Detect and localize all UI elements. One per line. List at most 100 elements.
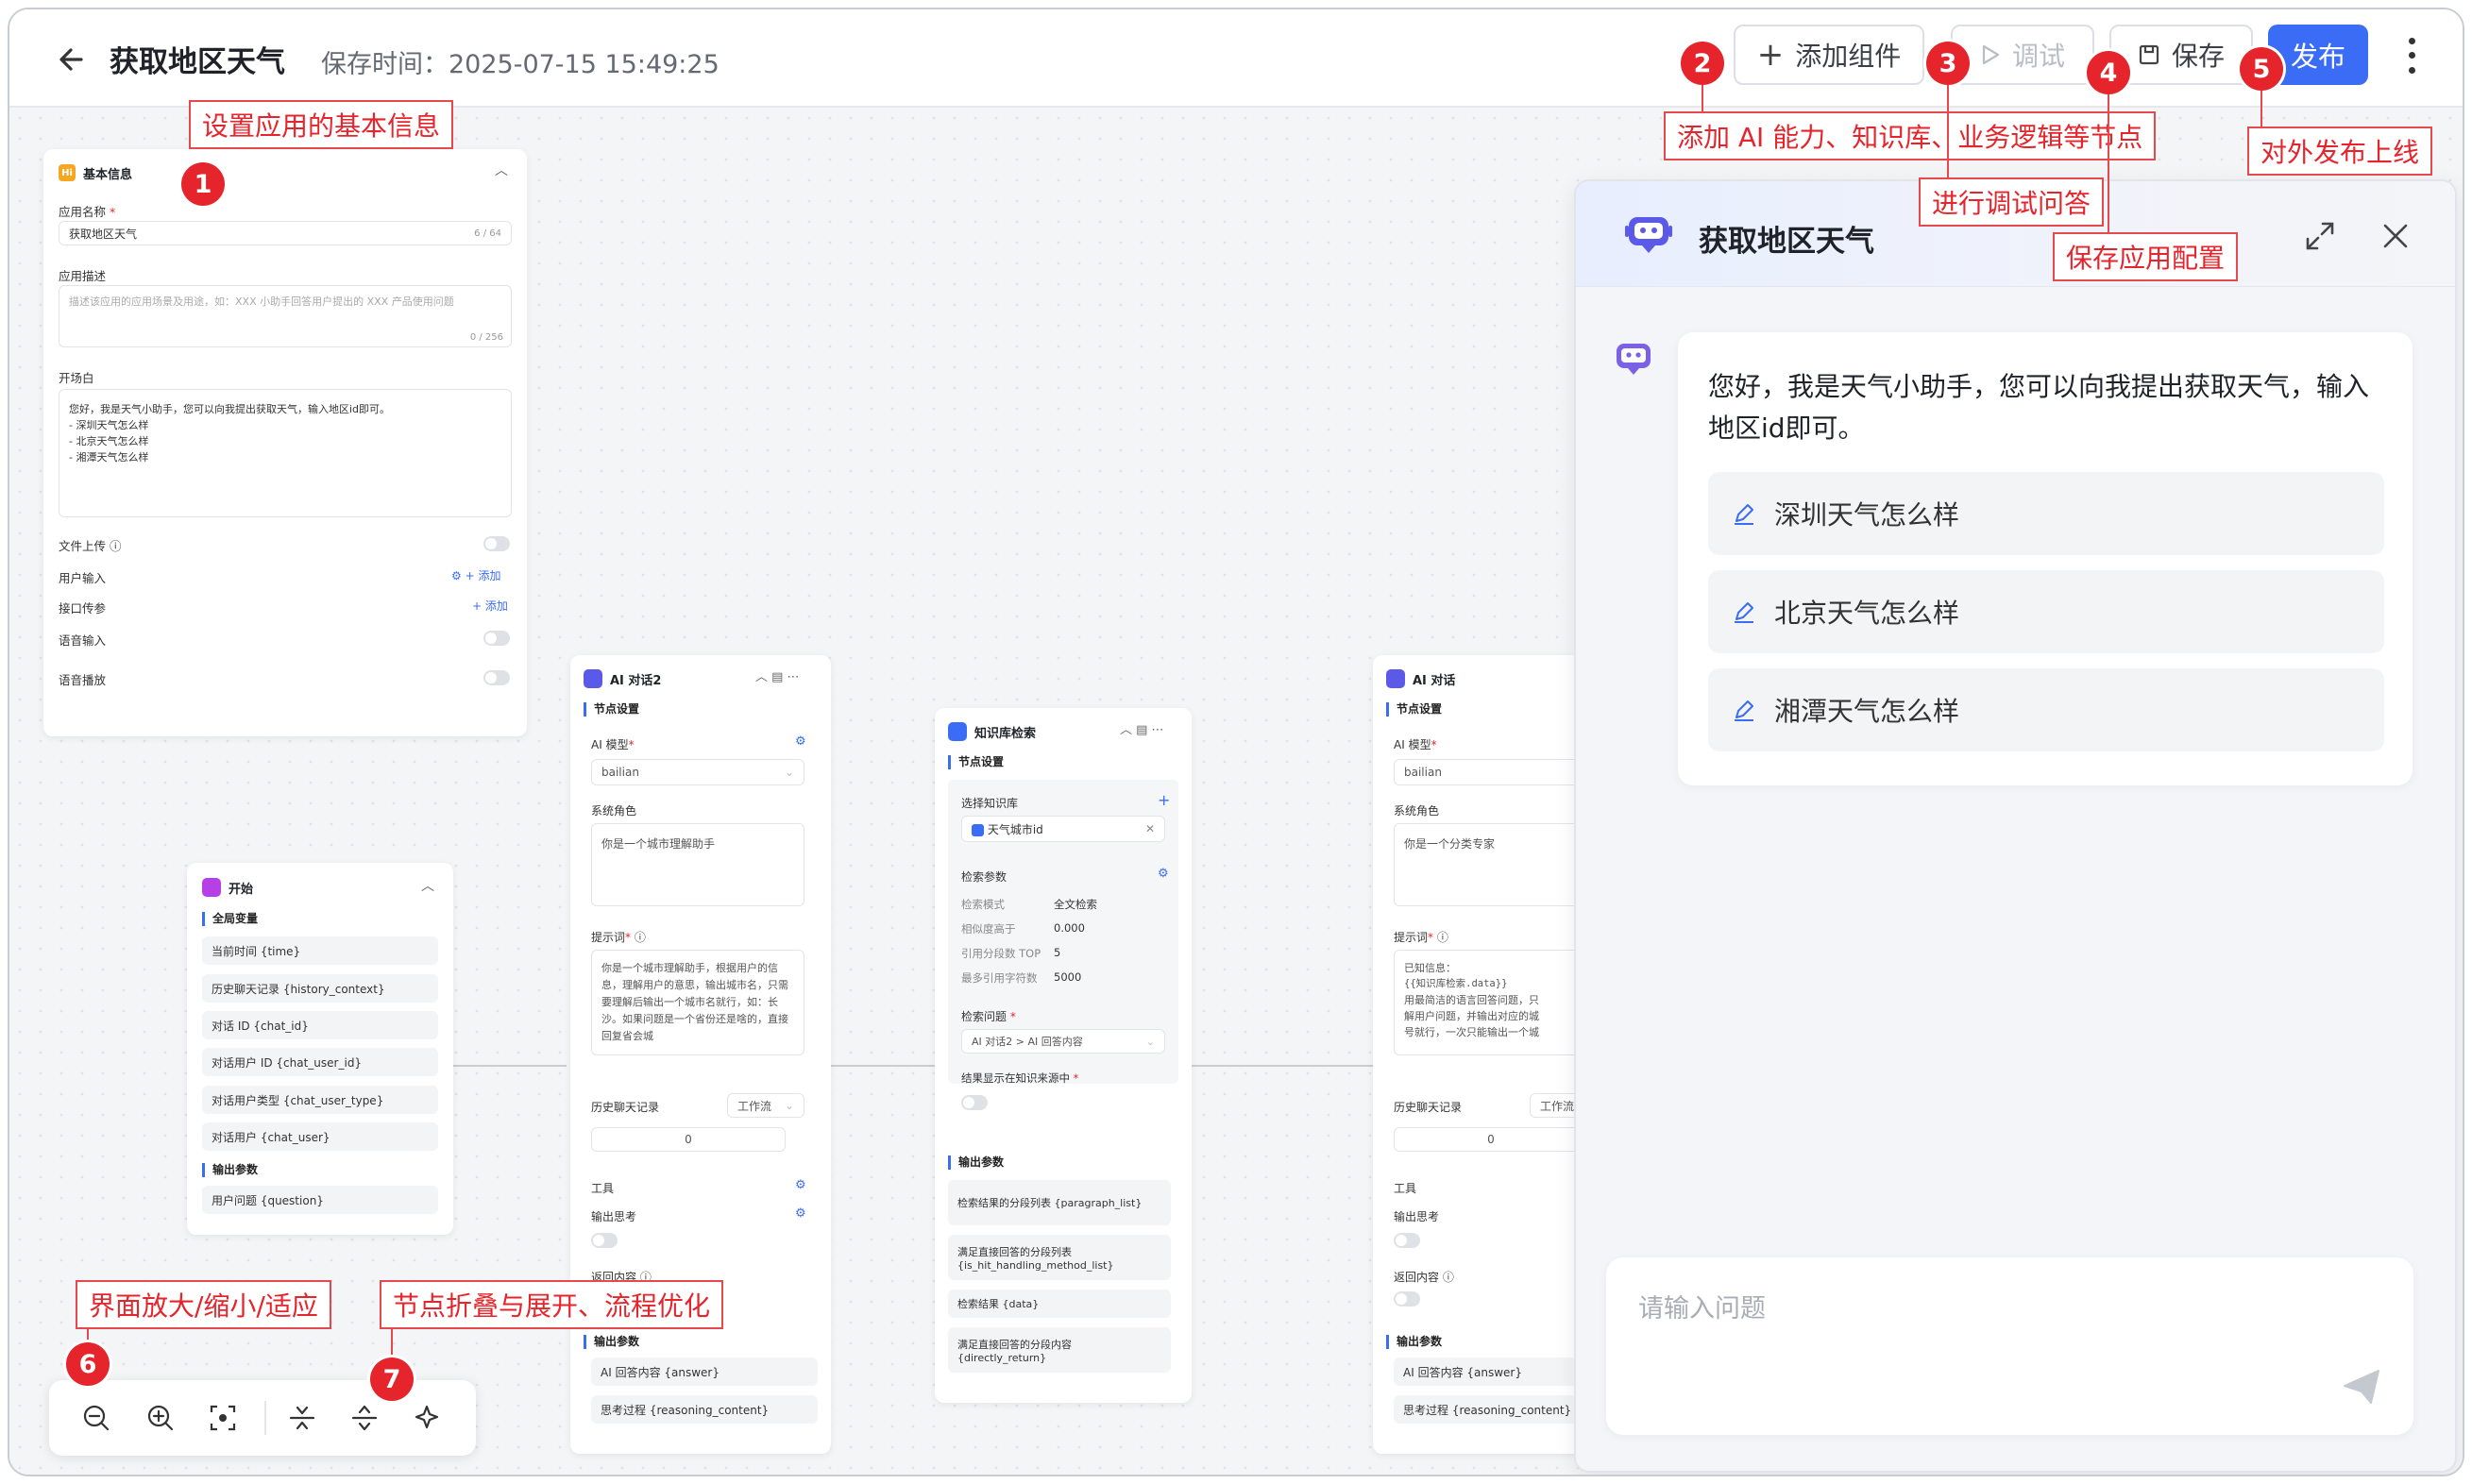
- collapse-chevron-icon[interactable]: ︿: [421, 876, 434, 895]
- bot-avatar-icon: [1612, 340, 1655, 378]
- annotation-7-leader: [391, 1329, 393, 1358]
- basic-info-card[interactable]: Hi 基本信息 ︿ 应用名称 * 获取地区天气 6 / 64 应用描述 描述该应…: [43, 149, 527, 736]
- greeting-text: 您好，我是天气小助手，您可以向我提出获取天气，输入地区id即可。: [1708, 371, 2370, 444]
- history-label: 历史聊天记录: [1394, 1101, 1463, 1114]
- ai-node-2[interactable]: AI 对话2 ︿ ▤ ⋯ 节点设置 AI 模型* ⚙ bailian ⌄ 系统角色…: [570, 655, 831, 1454]
- desc-textarea[interactable]: 描述该应用的应用场景及用途，如：XXX 小助手回答用户提出的 XXX 产品使用问…: [59, 285, 512, 347]
- add-component-button[interactable]: + 添加组件: [1734, 25, 1924, 85]
- param-value: 全文检索: [1054, 898, 1097, 911]
- file-upload-toggle[interactable]: [483, 536, 510, 551]
- add-kb-icon[interactable]: +: [1158, 791, 1170, 809]
- var-row: 对话 ID {chat_id}: [202, 1011, 438, 1039]
- debug-button[interactable]: 调试: [1951, 25, 2094, 85]
- model-select[interactable]: bailian ⌄: [591, 759, 804, 785]
- node-settings-heading: 节点设置: [948, 755, 1004, 769]
- model-settings-icon[interactable]: ⚙: [795, 734, 806, 749]
- save-button[interactable]: 保存: [2109, 25, 2253, 85]
- annotation-4-marker: 4: [2087, 51, 2130, 94]
- output-thinking-toggle[interactable]: [591, 1233, 618, 1248]
- annotation-4-label: 保存应用配置: [2053, 232, 2239, 281]
- search-settings-icon[interactable]: ⚙: [1158, 867, 1169, 881]
- output-row: 满足直接回答的分段内容 {directly_return}: [948, 1327, 1171, 1373]
- voice-play-label: 语音播放: [59, 673, 107, 687]
- basic-info-title: 基本信息: [83, 168, 133, 182]
- tools-settings-icon[interactable]: ⚙: [795, 1178, 806, 1192]
- expand-all-icon[interactable]: [344, 1397, 385, 1439]
- output-row: 检索结果的分段列表 {paragraph_list}: [948, 1180, 1171, 1225]
- annotation-5-marker: 5: [2240, 47, 2283, 91]
- close-icon[interactable]: [2380, 221, 2411, 251]
- start-node[interactable]: 开始 ︿ 全局变量 当前时间 {time} 历史聊天记录 {history_co…: [187, 863, 453, 1235]
- chat-input[interactable]: 请输入问题: [1606, 1257, 2413, 1435]
- output-params-heading: 输出参数: [202, 1163, 258, 1177]
- history-count-input[interactable]: 0: [1394, 1127, 1588, 1152]
- node-toolbar[interactable]: ︿ ▤ ⋯: [755, 666, 800, 684]
- kb-search-node[interactable]: 知识库检索 ︿ ▤ ⋯ 节点设置 选择知识库 + 天气城市id ✕ 检索参数 ⚙ …: [935, 708, 1192, 1403]
- thinking-settings-icon[interactable]: ⚙: [795, 1206, 806, 1221]
- collapse-chevron-icon[interactable]: ︿: [495, 160, 508, 179]
- suggestion-item[interactable]: 湘潭天气怎么样: [1708, 668, 2384, 751]
- node-toolbar[interactable]: ︿ ▤ ⋯: [1120, 719, 1164, 737]
- fit-view-icon[interactable]: [202, 1397, 244, 1439]
- question-label: 检索问题 *: [961, 1010, 1016, 1023]
- play-icon: [1982, 44, 2000, 65]
- kb-node-icon: [948, 722, 967, 741]
- annotation-3-label: 进行调试问答: [1919, 177, 2105, 227]
- output-thinking-toggle[interactable]: [1394, 1233, 1420, 1248]
- kb-icon: [972, 823, 984, 836]
- zoom-in-icon[interactable]: [140, 1397, 181, 1439]
- gear-icon[interactable]: ⚙: [451, 569, 462, 582]
- suggestion-item[interactable]: 北京天气怎么样: [1708, 570, 2384, 653]
- more-menu-icon[interactable]: [2400, 34, 2423, 77]
- app-name-label: 应用名称 *: [59, 205, 116, 219]
- app-name-input[interactable]: 获取地区天气 6 / 64: [59, 221, 512, 245]
- voice-play-toggle[interactable]: [483, 670, 510, 685]
- var-row: 历史聊天记录 {history_context}: [202, 974, 438, 1003]
- interface-param-add[interactable]: + 添加: [472, 598, 508, 614]
- annotation-1-marker: 1: [181, 162, 225, 206]
- annotation-5-leader: [2260, 91, 2262, 126]
- history-count-input[interactable]: 0: [591, 1127, 786, 1152]
- send-icon[interactable]: [2341, 1365, 2384, 1408]
- auto-layout-icon[interactable]: [406, 1397, 448, 1439]
- back-arrow-icon[interactable]: [53, 38, 96, 81]
- save-time: 保存时间：2025-07-15 15:49:25: [321, 50, 720, 79]
- edge-start-ai2: [453, 1065, 567, 1067]
- suggestion-item[interactable]: 深圳天气怎么样: [1708, 472, 2384, 555]
- tools-label: 工具: [591, 1182, 615, 1195]
- prompt-textarea[interactable]: 你是一个城市理解助手，根据用户的信息，理解用户的意思，输出城市名，只需要理解后输…: [591, 950, 804, 1055]
- start-node-title: 开始: [229, 883, 254, 897]
- edge-kb-ai: [1192, 1065, 1373, 1067]
- expand-icon[interactable]: [2303, 219, 2337, 253]
- save-icon: [2139, 44, 2159, 65]
- system-role-label: 系统角色: [591, 804, 637, 818]
- history-type-select[interactable]: 工作流 ⌄: [727, 1093, 804, 1118]
- close-icon[interactable]: ✕: [1145, 822, 1155, 835]
- desc-label: 应用描述: [59, 269, 107, 283]
- bot-message: 您好，我是天气小助手，您可以向我提出获取天气，输入地区id即可。 深圳天气怎么样…: [1678, 332, 2413, 785]
- user-input-add[interactable]: ⚙ + 添加: [451, 567, 500, 583]
- kb-chip[interactable]: 天气城市id ✕: [961, 816, 1165, 842]
- param-key: 检索模式: [961, 898, 1005, 911]
- history-label: 历史聊天记录: [591, 1101, 660, 1114]
- output-params-heading: 输出参数: [1386, 1335, 1442, 1349]
- return-content-toggle[interactable]: [1394, 1291, 1420, 1307]
- debug-chat-panel: 获取地区天气 您好，我是天气小助手，您可以向我提出获取天气，输入地区id即可。 …: [1574, 179, 2457, 1473]
- node-settings-heading: 节点设置: [584, 702, 639, 717]
- system-role-textarea[interactable]: 你是一个城市理解助手: [591, 823, 804, 906]
- app-logo-icon: Hi: [59, 164, 76, 181]
- annotation-3-leader: [1947, 85, 1949, 179]
- annotation-7-label: 节点折叠与展开、流程优化: [380, 1280, 724, 1329]
- node-settings-heading: 节点设置: [1386, 702, 1442, 717]
- output-row: 检索结果 {data}: [948, 1290, 1171, 1318]
- annotation-4-leader: [2108, 94, 2109, 234]
- question-select[interactable]: AI 对话2 > AI 回答内容 ⌄: [961, 1029, 1165, 1054]
- opening-textarea[interactable]: 您好，我是天气小助手，您可以向我提出获取天气，输入地区id即可。 - 深圳天气怎…: [59, 389, 512, 517]
- annotation-1-label: 设置应用的基本信息: [189, 100, 454, 149]
- collapse-all-icon[interactable]: [281, 1397, 323, 1439]
- var-row: 当前时间 {time}: [202, 936, 438, 965]
- zoom-out-icon[interactable]: [76, 1397, 117, 1439]
- voice-input-toggle[interactable]: [483, 631, 510, 646]
- publish-button[interactable]: 发布: [2268, 25, 2368, 85]
- show-source-toggle[interactable]: [961, 1095, 988, 1110]
